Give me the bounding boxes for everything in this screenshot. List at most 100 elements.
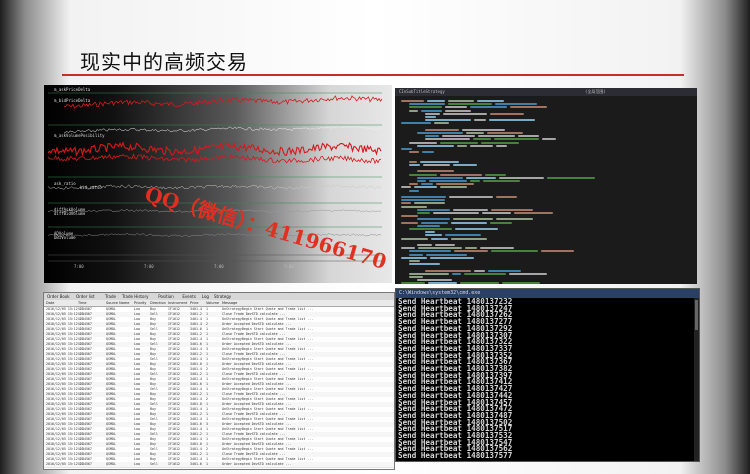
- code-token: [452, 164, 478, 166]
- log-cell: IF1612: [168, 387, 180, 391]
- log-cell: 1234567: [78, 382, 92, 386]
- log-cell: Sell: [150, 432, 158, 436]
- log-column-header[interactable]: Priority: [134, 301, 146, 305]
- log-cell: 1234567: [78, 392, 92, 396]
- code-token: [508, 272, 547, 275]
- log-cell: Close Trade DevSTD calculate ...: [222, 352, 286, 356]
- log-tab[interactable]: Order list: [76, 294, 95, 299]
- log-column-header[interactable]: Date: [46, 301, 54, 305]
- log-column-header[interactable]: Volume: [206, 301, 219, 305]
- log-cell: 1: [206, 307, 208, 311]
- log-cell: 1: [206, 437, 208, 441]
- log-tab[interactable]: Trade: [105, 294, 116, 299]
- log-column-header[interactable]: Instrument: [168, 301, 187, 305]
- log-cell: 3401.4: [190, 417, 202, 421]
- code-editor-class-name: CInSubTitleStrategy: [399, 89, 445, 94]
- code-token: [425, 231, 436, 234]
- log-column-header[interactable]: Message: [222, 301, 237, 305]
- code-token: [427, 100, 446, 102]
- log-cell: Buy: [150, 457, 156, 461]
- log-tab[interactable]: Strategy: [214, 294, 231, 299]
- log-cell: QSMDL: [106, 357, 116, 361]
- code-token: [465, 176, 497, 179]
- code-token: [409, 253, 424, 256]
- code-editor-panel: CInSubTitleStrategy (全局范围): [395, 88, 697, 284]
- code-token: [450, 221, 488, 224]
- code-token: [409, 160, 418, 163]
- log-cell: IF1612: [168, 462, 180, 466]
- code-token: [435, 183, 474, 186]
- code-editor-scope: (全局范围): [585, 89, 606, 94]
- code-token: [502, 282, 540, 284]
- log-cell: 1234567: [78, 447, 92, 451]
- code-token: [495, 218, 533, 221]
- log-cell: 1234567: [78, 437, 92, 441]
- log-cell: IF1612: [168, 342, 180, 346]
- code-token: [484, 173, 507, 176]
- slide-title: 现实中的高频交易: [80, 50, 248, 74]
- code-token: [433, 122, 450, 125]
- code-token: [432, 212, 480, 214]
- code-token: [417, 247, 462, 250]
- log-cell: 1234567: [78, 307, 92, 311]
- log-cell: IF1612: [168, 427, 180, 431]
- log-cell: QSMDL: [106, 392, 116, 396]
- log-column-header[interactable]: Price: [190, 301, 199, 305]
- log-cell: Buy: [150, 427, 156, 431]
- log-cell: IF1612: [168, 362, 180, 366]
- log-cell: 3401.4: [190, 357, 202, 361]
- log-cell: 1: [206, 337, 208, 341]
- log-column-header[interactable]: Source Name: [106, 301, 129, 305]
- log-cell: Buy: [150, 337, 156, 341]
- code-token: [547, 176, 595, 179]
- log-cell: Buy: [150, 412, 156, 416]
- log-cell: Order Accepted DevSTD calculate ...: [222, 462, 292, 466]
- log-cell: QSMDL: [106, 462, 116, 466]
- log-cell: 2: [206, 447, 208, 451]
- code-token: [425, 116, 436, 118]
- log-cell: Low: [134, 382, 140, 386]
- log-cell: IF1612: [168, 447, 180, 451]
- log-cell: QSMDL: [106, 407, 116, 411]
- log-tab[interactable]: Position: [158, 294, 174, 299]
- log-cell: 2: [206, 322, 208, 326]
- log-cell: QSMDL: [106, 367, 116, 371]
- log-cell: 1234567: [78, 387, 92, 391]
- code-token: [425, 135, 440, 138]
- log-cell: IF1612: [168, 397, 180, 401]
- log-cell: Low: [134, 337, 140, 341]
- code-token: [417, 180, 427, 182]
- code-token: [409, 189, 420, 192]
- console-window: C:\Windows\system32\cmd.exe Send Heartbe…: [395, 288, 700, 462]
- log-column-header[interactable]: Direction: [150, 301, 166, 305]
- log-cell: Low: [134, 392, 140, 396]
- log-tab[interactable]: Order Book: [47, 294, 70, 299]
- log-cell: 3401.2: [190, 412, 202, 416]
- log-cell: QSMDL: [106, 317, 116, 321]
- code-token: [401, 247, 415, 250]
- log-cell: OnStrategyBegin Start Quote and Trade li…: [222, 377, 314, 381]
- chart-series-label: m_askPriceDelta: [54, 87, 91, 92]
- log-tab[interactable]: Log: [202, 294, 209, 299]
- code-token: [429, 256, 474, 259]
- code-token: [409, 109, 418, 112]
- log-cell: 3401.4: [190, 307, 202, 311]
- log-cell: Sell: [150, 387, 158, 391]
- code-token: [482, 180, 521, 182]
- log-cell: 1: [206, 412, 208, 416]
- log-cell: 3401.4: [190, 437, 202, 441]
- code-token: [409, 141, 437, 144]
- log-cell: QSMDL: [106, 347, 116, 351]
- log-cell: QSMDL: [106, 417, 116, 421]
- log-cell: QSMDL: [106, 387, 116, 391]
- code-token: [401, 122, 431, 125]
- log-cell: Order Accepted DevSTD calculate ...: [222, 442, 292, 446]
- log-cell: 3401.0: [190, 442, 202, 446]
- code-token: [409, 276, 424, 278]
- log-tab[interactable]: Trade History: [122, 294, 148, 299]
- log-cell: Low: [134, 332, 140, 336]
- log-tab[interactable]: Events: [182, 294, 196, 299]
- log-cell: Low: [134, 377, 140, 381]
- log-column-header[interactable]: Time: [78, 301, 87, 305]
- log-row[interactable]: 2016/12/05 15:12:11 1234567 QSMDL Low Sell IF…: [44, 462, 394, 468]
